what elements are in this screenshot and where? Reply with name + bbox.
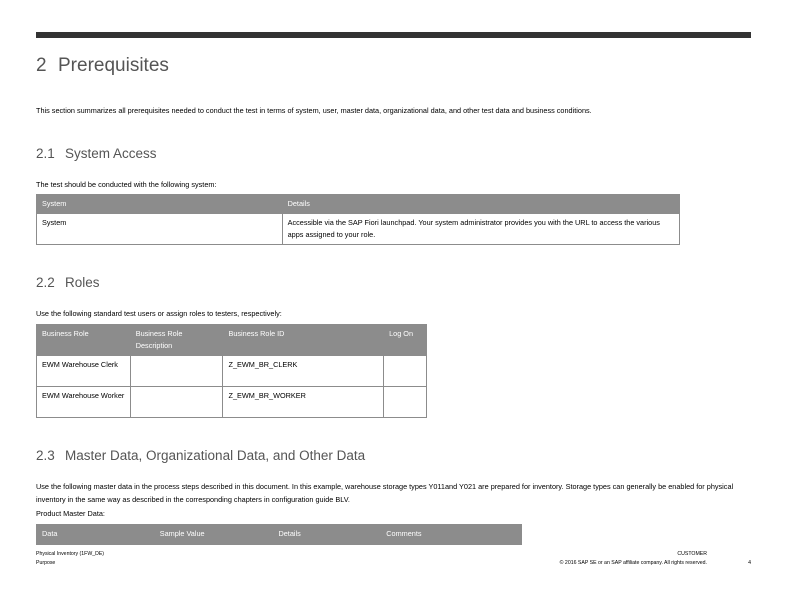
section-heading: 2 Prerequisites [36,55,169,77]
table-header-row: Data Sample Value Details Comments [36,524,522,545]
table-row: EWM Warehouse Worker Z_EWM_BR_WORKER [36,386,427,418]
table-cell: Z_EWM_BR_CLERK [222,355,385,387]
column-header: Business Role [36,324,131,356]
top-rule [36,32,751,38]
column-header: Details [281,194,681,214]
master-data-text: Use the following master data in the pro… [36,482,734,504]
system-access-heading: 2.1 System Access [36,146,157,161]
table-row: EWM Warehouse Clerk Z_EWM_BR_CLERK [36,355,427,387]
table-row: System Accessible via the SAP Fiori laun… [36,213,681,245]
column-header: Details [272,524,382,545]
table-cell: EWM Warehouse Worker [36,386,131,418]
product-master-label: Product Master Data: [36,509,105,518]
column-header: Sample Value [153,524,274,545]
table-cell [383,386,427,418]
table-header-row: Business Role Business Role Description … [36,324,427,356]
roles-heading: 2.2 Roles [36,275,100,290]
column-header: Data [36,524,155,545]
roles-table: Business Role Business Role Description … [36,324,427,418]
footer-copyright: © 2016 SAP SE or an SAP affiliate compan… [559,560,707,566]
footer-doc-title: Physical Inventory (1FW_DE) [36,551,105,557]
column-header: System [36,194,283,214]
product-master-table: Data Sample Value Details Comments [36,524,522,545]
section-title: Prerequisites [58,55,169,76]
table-cell: Accessible via the SAP Fiori launchpad. … [281,213,681,245]
column-header: Comments [380,524,522,545]
table-cell: Z_EWM_BR_WORKER [222,386,385,418]
section-number: 2 [36,55,47,76]
table-cell: EWM Warehouse Clerk [36,355,131,387]
table-cell [383,355,427,387]
system-access-text: The test should be conducted with the fo… [36,180,217,189]
roles-text: Use the following standard test users or… [36,309,282,318]
master-data-heading: 2.3 Master Data, Organizational Data, and… [36,448,366,463]
footer-page-number: 4 [748,560,751,566]
system-table: System Details System Accessible via the… [36,194,681,245]
column-header: Business Role ID [222,324,385,356]
table-cell [129,386,224,418]
column-header: Business Role Description [129,324,224,356]
footer-classification: CUSTOMER [677,551,707,557]
footer-section: Purpose [36,560,56,566]
table-cell [129,355,224,387]
intro-paragraph: This section summarizes all prerequisite… [36,106,592,115]
column-header: Log On [383,324,427,356]
table-cell: System [36,213,283,245]
table-header-row: System Details [36,194,681,214]
